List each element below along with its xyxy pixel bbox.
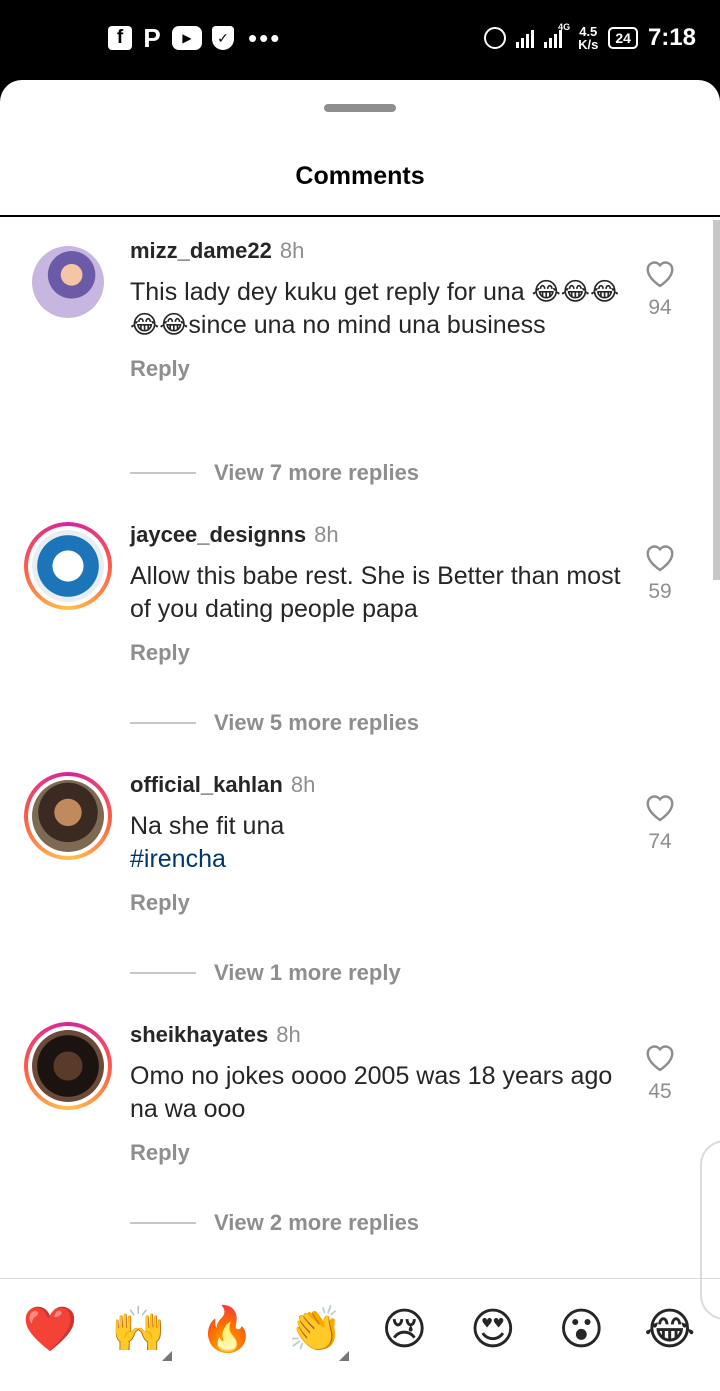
divider-line [130, 472, 196, 474]
avatar-photo [32, 1030, 104, 1102]
crying-face-emoji[interactable]: 😢 [369, 1295, 439, 1365]
status-bar: f P ▶ ✓ ••• 4G 4.5 K/s 24 7:18 [0, 0, 720, 80]
sheet-title: Comments [295, 162, 425, 190]
signal-4g-icon: 4G [544, 22, 570, 48]
reply-button[interactable]: Reply [130, 1140, 630, 1166]
scrollbar[interactable] [713, 220, 720, 580]
alarm-icon [484, 27, 507, 49]
raising-hands-emoji[interactable]: 🙌 [104, 1295, 174, 1365]
view-more-label[interactable]: View 7 more replies [214, 460, 419, 486]
heart-icon[interactable] [643, 792, 677, 822]
heart-icon[interactable] [643, 258, 677, 288]
comment-body: official_kahlan 8h Na she fit una #irencha… [130, 772, 630, 916]
comment-meta: mizz_dame22 8h [130, 238, 630, 264]
comment-time: 8h [276, 1022, 301, 1047]
view-more-label[interactable]: View 5 more replies [214, 710, 419, 736]
avatar[interactable] [24, 772, 112, 860]
divider-line [130, 722, 196, 724]
avatar[interactable] [32, 246, 104, 318]
view-more-replies[interactable]: View 1 more reply [130, 958, 650, 988]
like-count: 74 [648, 830, 672, 853]
view-more-label[interactable]: View 2 more replies [214, 1210, 419, 1236]
avatar[interactable] [24, 522, 112, 610]
like-count: 45 [648, 1080, 672, 1103]
like-column: 45 [638, 1042, 682, 1104]
drag-handle[interactable] [324, 104, 396, 112]
comment-meta: jaycee_designns 8h [130, 522, 630, 548]
heart-icon[interactable] [643, 1042, 677, 1072]
network-type: 4G [558, 22, 571, 32]
shield-icon: ✓ [212, 26, 234, 50]
username[interactable]: mizz_dame22 [130, 238, 272, 263]
comment-meta: official_kahlan 8h [130, 772, 630, 798]
comments-sheet: Comments mizz_dame22 8h This lady dey kuk… [0, 80, 720, 1391]
comment-body: sheikhayates 8h Omo no jokes oooo 2005 wa… [130, 1022, 630, 1166]
fire-emoji[interactable]: 🔥 [192, 1295, 262, 1365]
view-more-replies[interactable]: View 5 more replies [130, 708, 650, 738]
more-notifications-icon: ••• [248, 23, 282, 53]
view-more-replies[interactable]: View 2 more replies [130, 1208, 650, 1238]
emoji-bar: ❤️ 🙌 🔥 👏 😢 😍 😮 😂 [0, 1290, 720, 1370]
surprised-face-emoji[interactable]: 😮 [546, 1295, 616, 1365]
username[interactable]: jaycee_designns [130, 522, 306, 547]
heart-eyes-emoji[interactable]: 😍 [458, 1295, 528, 1365]
signal-icon [516, 28, 535, 48]
emoji-bar-divider [0, 1278, 720, 1279]
like-column: 59 [638, 542, 682, 604]
battery-icon: 24 [608, 27, 638, 49]
reply-button[interactable]: Reply [130, 890, 630, 916]
avatar-photo [32, 530, 104, 602]
comment-text: This lady dey kuku get reply for una 😂😂😂… [130, 278, 620, 339]
notification-icons: f P ▶ ✓ ••• [108, 22, 282, 53]
avatar-photo [32, 780, 104, 852]
header-divider [0, 215, 720, 217]
heart-icon[interactable] [643, 542, 677, 572]
facebook-icon: f [108, 26, 132, 50]
comment-text: Omo no jokes oooo 2005 was 18 years ago … [130, 1062, 613, 1123]
username[interactable]: sheikhayates [130, 1022, 268, 1047]
skin-tone-indicator [161, 1351, 172, 1361]
comment-time: 8h [290, 772, 316, 797]
comment-text: Na she fit una #irencha [130, 812, 285, 873]
like-count: 59 [648, 580, 672, 603]
comment-body: jaycee_designns 8h Allow this babe rest. … [130, 522, 630, 666]
system-icons: 4G 4.5 K/s 24 7:18 [484, 22, 696, 52]
skin-tone-indicator [338, 1351, 349, 1361]
comment-time: 8h [314, 522, 339, 547]
p-app-icon: P [143, 22, 161, 53]
divider-line [130, 972, 196, 974]
tears-of-joy-emoji[interactable]: 😂 [635, 1295, 705, 1365]
hashtag-link[interactable]: #irencha [130, 845, 226, 873]
comment-meta: sheikhayates 8h [130, 1022, 630, 1048]
avatar[interactable] [24, 1022, 112, 1110]
clapping-hands-emoji[interactable]: 👏 [281, 1295, 351, 1365]
comment-body: mizz_dame22 8h This lady dey kuku get rep… [130, 238, 630, 382]
youtube-icon: ▶ [172, 26, 202, 50]
comment-time: 8h [279, 238, 305, 263]
network-speed: 4.5 K/s [578, 24, 599, 52]
clock: 7:18 [647, 24, 696, 51]
username[interactable]: official_kahlan [130, 772, 283, 797]
like-column: 94 [638, 258, 682, 320]
comment-text: Allow this babe rest. She is Better than… [130, 562, 621, 623]
view-more-label[interactable]: View 1 more reply [214, 960, 401, 986]
reply-button[interactable]: Reply [130, 356, 630, 382]
red-heart-emoji[interactable]: ❤️ [15, 1295, 85, 1365]
divider-line [130, 1222, 196, 1224]
view-more-replies[interactable]: View 7 more replies [130, 458, 650, 488]
like-column: 74 [638, 792, 682, 854]
reply-button[interactable]: Reply [130, 640, 630, 666]
like-count: 94 [648, 296, 672, 319]
avatar-photo [32, 246, 104, 318]
